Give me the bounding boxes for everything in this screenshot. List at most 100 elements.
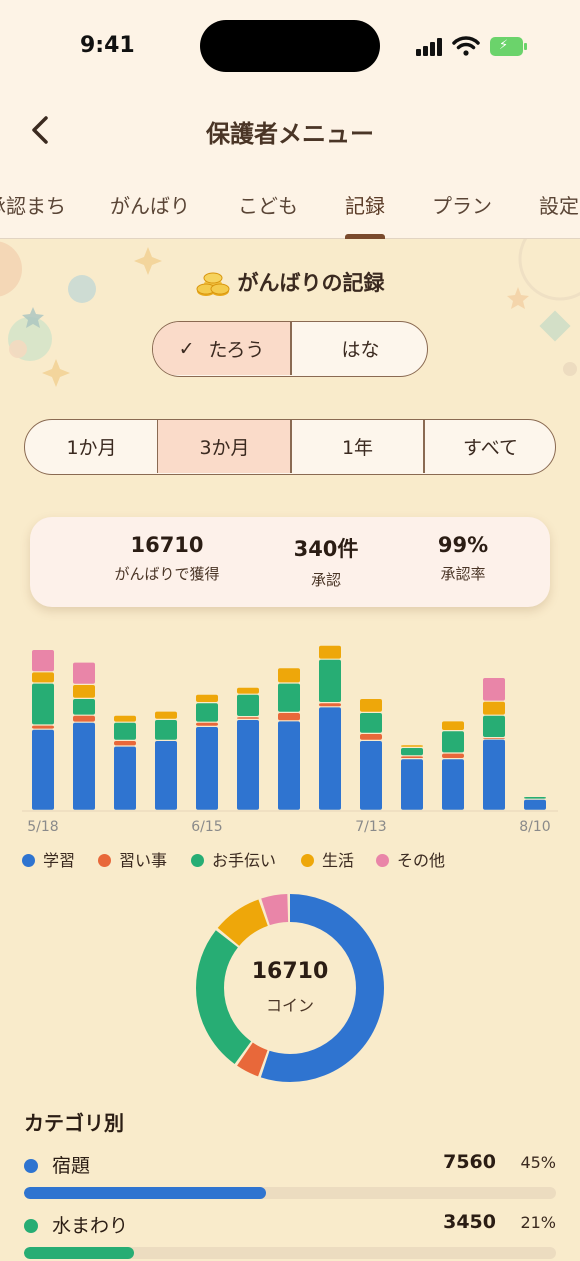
bar-segment-7-13 bbox=[360, 741, 382, 810]
battery-icon: ⚡ bbox=[490, 37, 528, 56]
stat-approval-rate-value: 99% bbox=[437, 533, 489, 557]
bar-segment-6-29 bbox=[278, 713, 300, 721]
category-row-water[interactable]: 水まわり 3450 21% bbox=[24, 1211, 556, 1261]
tab-bar: 承認まち がんばり こども 記録 プラン 設定 bbox=[0, 170, 580, 239]
legend-dot bbox=[301, 854, 314, 867]
child-option-label: たろう bbox=[208, 339, 265, 361]
tab-plan[interactable]: プラン bbox=[432, 190, 492, 219]
legend-dot bbox=[98, 854, 111, 867]
donut-total: 16710 bbox=[251, 959, 329, 984]
bar-segment-8-3 bbox=[483, 739, 505, 810]
legend-label: 生活 bbox=[322, 851, 355, 870]
bar-segment-8-10 bbox=[524, 799, 546, 810]
legend-item-other: その他 bbox=[376, 847, 445, 871]
child-option-hana[interactable]: はな bbox=[292, 322, 427, 375]
bar-segment-8-3 bbox=[483, 738, 505, 739]
x-tick-label: 8/10 bbox=[519, 819, 550, 835]
category-row-homework[interactable]: 宿題 7560 45% bbox=[24, 1151, 556, 1211]
legend-dot bbox=[376, 854, 389, 867]
tab-approval-pending[interactable]: 承認まち bbox=[0, 190, 66, 219]
bar-segment-6-1 bbox=[114, 722, 136, 740]
bar-segment-5-25 bbox=[73, 699, 95, 715]
category-progress-fill bbox=[24, 1247, 135, 1259]
section-title: がんばりの記録 bbox=[0, 267, 580, 299]
page-title: 保護者メニュー bbox=[206, 120, 374, 148]
bar-segment-6-22 bbox=[237, 694, 259, 716]
period-all[interactable]: すべて bbox=[424, 420, 555, 473]
tab-records[interactable]: 記録 bbox=[345, 190, 385, 219]
donut-center: 16710 コイン bbox=[196, 959, 384, 1016]
category-section-title: カテゴリ別 bbox=[24, 1111, 124, 1135]
legend-item-chores: お手伝い bbox=[191, 847, 276, 871]
stat-earned-value: 16710 bbox=[130, 533, 204, 557]
bar-segment-7-6 bbox=[319, 645, 341, 659]
summary-card: 16710 がんばりで獲得 340件 承認 99% 承認率 bbox=[30, 517, 550, 607]
child-selector: ✓ たろう はな bbox=[152, 321, 428, 377]
bar-segment-6-22 bbox=[237, 720, 259, 810]
legend-label: 習い事 bbox=[119, 851, 168, 870]
bar-segment-7-13 bbox=[360, 713, 382, 733]
category-name: 水まわり bbox=[52, 1215, 129, 1237]
bar-segment-7-27 bbox=[442, 731, 464, 753]
legend-label: 学習 bbox=[43, 851, 76, 870]
period-selector: 1か月 3か月 1年 すべて bbox=[24, 419, 556, 475]
x-tick-label: 7/13 bbox=[355, 819, 386, 835]
status-bar: 9:41 ⚡ bbox=[0, 0, 580, 95]
period-1-month[interactable]: 1か月 bbox=[25, 420, 158, 473]
x-tick-label: 6/15 bbox=[191, 819, 222, 835]
weekly-stacked-bar-chart: 5/18 6/15 7/13 8/10 bbox=[22, 645, 558, 835]
period-1-year[interactable]: 1年 bbox=[291, 420, 424, 473]
bar-segment-6-8 bbox=[155, 711, 177, 719]
category-progress-track bbox=[24, 1247, 556, 1259]
bar-segment-6-1 bbox=[114, 741, 136, 746]
bar-segment-7-27 bbox=[442, 759, 464, 810]
bar-segment-7-20 bbox=[401, 748, 423, 756]
bar-segment-7-13 bbox=[360, 734, 382, 740]
bar-segment-6-15 bbox=[196, 694, 218, 702]
category-dot bbox=[24, 1159, 38, 1173]
tab-ganbari[interactable]: がんばり bbox=[110, 190, 190, 219]
chart-legend: 学習 習い事 お手伝い 生活 その他 bbox=[22, 847, 562, 871]
bar-segment-6-29 bbox=[278, 668, 300, 683]
tab-settings[interactable]: 設定 bbox=[539, 190, 579, 219]
legend-dot bbox=[191, 854, 204, 867]
bar-segment-5-18 bbox=[32, 650, 54, 672]
bar-segment-6-1 bbox=[114, 715, 136, 722]
section-title-text: がんばりの記録 bbox=[237, 271, 385, 295]
coins-icon bbox=[196, 272, 229, 296]
bar-segment-5-18 bbox=[32, 729, 54, 810]
bar-segment-7-6 bbox=[319, 659, 341, 702]
bar-segment-8-10 bbox=[524, 797, 546, 799]
stat-earned-label: がんばりで獲得 bbox=[114, 565, 220, 583]
category-value: 3450 bbox=[443, 1211, 496, 1233]
bar-segment-5-18 bbox=[32, 725, 54, 729]
nav-bar: 保護者メニュー bbox=[0, 100, 580, 160]
child-option-label: はな bbox=[341, 339, 380, 361]
tab-children[interactable]: こども bbox=[238, 190, 298, 219]
legend-label: その他 bbox=[397, 851, 446, 870]
category-progress-fill bbox=[24, 1187, 266, 1199]
bar-segment-6-8 bbox=[155, 741, 177, 810]
bar-segment-8-3 bbox=[483, 715, 505, 737]
bar-segment-6-8 bbox=[155, 720, 177, 740]
bar-segment-8-3 bbox=[483, 701, 505, 715]
category-progress-track bbox=[24, 1187, 556, 1199]
stat-earned: 16710 がんばりで獲得 bbox=[92, 533, 242, 584]
bar-segment-6-22 bbox=[237, 717, 259, 719]
bar-segment-7-27 bbox=[442, 753, 464, 758]
child-option-taro[interactable]: ✓ たろう bbox=[153, 322, 290, 375]
bar-segment-5-25 bbox=[73, 722, 95, 810]
check-icon: ✓ bbox=[178, 337, 195, 360]
legend-item-life: 生活 bbox=[301, 847, 354, 871]
bar-segment-6-29 bbox=[278, 683, 300, 712]
period-3-months[interactable]: 3か月 bbox=[158, 420, 291, 473]
bar-segment-5-18 bbox=[32, 683, 54, 725]
bar-segment-6-15 bbox=[196, 727, 218, 810]
bar-segment-7-27 bbox=[442, 721, 464, 730]
bar-segment-5-25 bbox=[73, 685, 95, 698]
bar-segment-7-6 bbox=[319, 707, 341, 810]
bar-segment-7-6 bbox=[319, 703, 341, 707]
stat-approved-label: 承認 bbox=[310, 571, 341, 589]
legend-label: お手伝い bbox=[212, 851, 277, 870]
stat-approved-value: 340件 bbox=[293, 537, 359, 561]
